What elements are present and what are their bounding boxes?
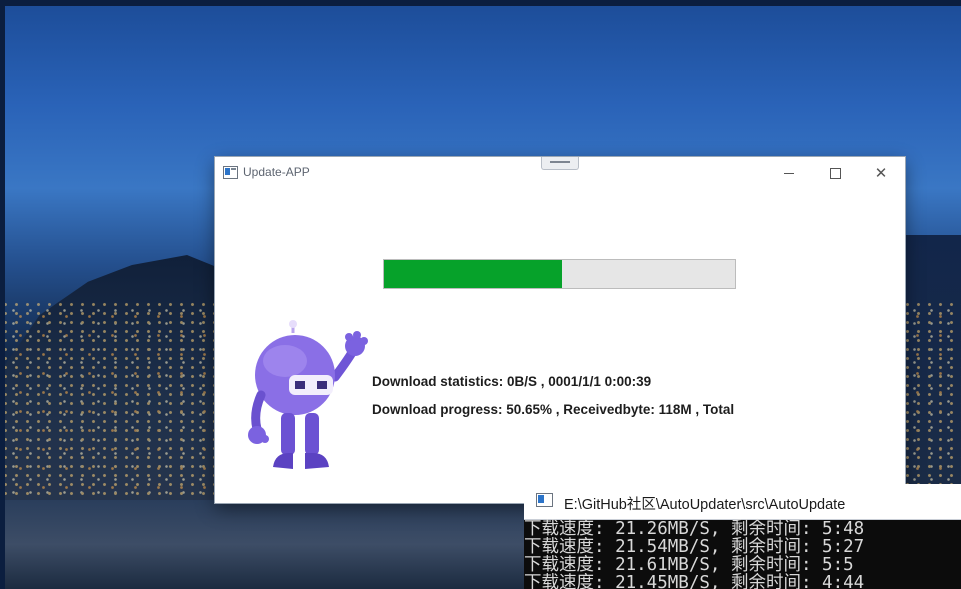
download-statistics-text: Download statistics: 0B/S , 0001/1/1 0:0… (372, 374, 652, 389)
console-titlebar[interactable]: E:\GitHub社区\AutoUpdater\src\AutoUpdate (524, 484, 961, 520)
screen-frame-top (0, 0, 961, 6)
maximize-icon (830, 168, 841, 179)
download-progress-text: Download progress: 50.65% , Receivedbyte… (372, 402, 735, 417)
console-line: 下载速度: 21.61MB/S, 剩余时间: 5:5 (524, 555, 854, 575)
drag-handle[interactable] (541, 157, 579, 170)
window-titlebar[interactable]: Update-APP ✕ (215, 157, 905, 189)
download-progress-bar (383, 259, 736, 289)
console-icon (536, 493, 553, 507)
console-line: 下载速度: 21.54MB/S, 剩余时间: 5:27 (524, 537, 865, 557)
console-title: E:\GitHub社区\AutoUpdater\src\AutoUpdate (564, 497, 846, 513)
minimize-icon (784, 173, 794, 174)
app-icon (223, 166, 238, 179)
update-app-window[interactable]: Update-APP ✕ Download statistics: 0B/S ,… (215, 157, 905, 503)
minimize-button[interactable] (769, 161, 809, 185)
screen-frame-left (0, 0, 5, 589)
console-line: 下载速度: 21.45MB/S, 剩余时间: 4:44 (524, 573, 865, 589)
close-button[interactable]: ✕ (861, 161, 901, 185)
console-line: 下载速度: 21.26MB/S, 剩余时间: 5:48 (524, 519, 865, 539)
progress-bar-fill (384, 260, 562, 288)
maximize-button[interactable] (815, 161, 855, 185)
dotnet-bot-mascot-icon (248, 320, 368, 469)
window-title: Update-APP (243, 165, 310, 179)
close-icon: ✕ (874, 164, 888, 182)
console-window[interactable]: E:\GitHub社区\AutoUpdater\src\AutoUpdate 下… (524, 484, 961, 589)
console-output: 下载速度: 21.26MB/S, 剩余时间: 5:48 下载速度: 21.54M… (524, 520, 961, 589)
